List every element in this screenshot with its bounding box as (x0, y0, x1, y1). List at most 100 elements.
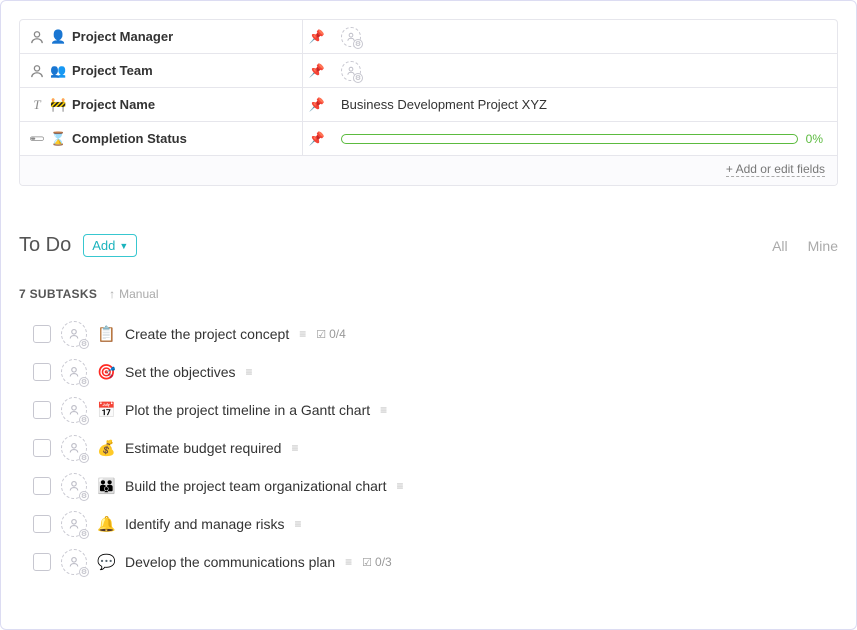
gear-icon: ⚙ (79, 567, 89, 577)
progress-percent: 0% (806, 132, 823, 146)
task-progress-text: 0/3 (375, 555, 392, 569)
progress-icon (30, 132, 44, 146)
assignee-placeholder-icon[interactable]: ⚙ (61, 359, 87, 385)
task-row[interactable]: ⚙ 📅 Plot the project timeline in a Gantt c… (33, 397, 838, 423)
description-icon: ≡ (246, 365, 253, 379)
task-subtask-count: ☑0/3 (362, 555, 392, 569)
field-label: Project Name (72, 97, 155, 112)
task-emoji-icon: 📋 (97, 325, 115, 343)
task-row[interactable]: ⚙ 👪 Build the project team organizational … (33, 473, 838, 499)
subtasks-bar: 7 SUBTASKS ↑ Manual (19, 287, 838, 301)
description-icon: ≡ (291, 441, 298, 455)
task-checkbox[interactable] (33, 363, 51, 381)
task-checkbox[interactable] (33, 515, 51, 533)
hourglass-emoji-icon: ⌛ (50, 131, 66, 147)
text-icon: T (30, 98, 44, 112)
gear-icon: ⚙ (79, 415, 89, 425)
task-title: Develop the communications plan (125, 554, 335, 570)
task-row[interactable]: ⚙ 💬 Develop the communications plan ≡ ☑0/3 (33, 549, 838, 575)
checklist-icon: ☑ (362, 556, 372, 569)
task-subtask-count: ☑0/4 (316, 327, 346, 341)
section-header: To Do Add ▼ All Mine (19, 234, 838, 257)
person-icon (30, 64, 44, 78)
assignee-placeholder-icon[interactable]: ⚙ (341, 27, 361, 47)
gear-icon: ⚙ (353, 39, 363, 49)
pin-icon[interactable]: 📌 (303, 63, 331, 79)
add-edit-fields-link[interactable]: + Add or edit fields (726, 162, 825, 177)
section-title: To Do (19, 234, 71, 257)
sort-label: Manual (119, 287, 158, 301)
field-value[interactable]: Business Development Project XYZ (331, 88, 837, 121)
task-checkbox[interactable] (33, 401, 51, 419)
assignee-placeholder-icon[interactable]: ⚙ (341, 61, 361, 81)
field-value[interactable]: 0% (331, 122, 837, 155)
pin-icon[interactable]: 📌 (303, 131, 331, 147)
task-row[interactable]: ⚙ 💰 Estimate budget required ≡ (33, 435, 838, 461)
pin-icon[interactable]: 📌 (303, 97, 331, 113)
chevron-down-icon: ▼ (119, 241, 128, 251)
task-row[interactable]: ⚙ 📋 Create the project concept ≡ ☑0/4 (33, 321, 838, 347)
task-emoji-icon: 💬 (97, 553, 115, 571)
task-row[interactable]: ⚙ 🔔 Identify and manage risks ≡ (33, 511, 838, 537)
gear-icon: ⚙ (79, 339, 89, 349)
filter-mine[interactable]: Mine (808, 238, 838, 254)
progress-bar (341, 134, 798, 144)
task-emoji-icon: 📅 (97, 401, 115, 419)
people-emoji-icon: 👥 (50, 63, 66, 79)
task-list: ⚙📋Create the project concept≡☑0/4⚙🎯Set t… (19, 321, 838, 575)
description-icon: ≡ (299, 327, 306, 341)
task-title: Plot the project timeline in a Gantt cha… (125, 402, 370, 418)
add-button[interactable]: Add ▼ (83, 234, 137, 257)
field-row-project-name[interactable]: T 🚧 Project Name 📌 Business Development … (20, 88, 837, 122)
subtasks-count: 7 SUBTASKS (19, 287, 97, 301)
assignee-placeholder-icon[interactable]: ⚙ (61, 511, 87, 537)
description-icon: ≡ (380, 403, 387, 417)
task-emoji-icon: 💰 (97, 439, 115, 457)
field-value[interactable]: ⚙ (331, 20, 837, 53)
task-emoji-icon: 👪 (97, 477, 115, 495)
gear-icon: ⚙ (353, 73, 363, 83)
gear-icon: ⚙ (79, 377, 89, 387)
fields-footer: + Add or edit fields (20, 156, 837, 185)
task-row[interactable]: ⚙🎯Set the objectives≡ (33, 359, 838, 385)
field-label: Project Team (72, 63, 153, 78)
description-icon: ≡ (295, 517, 302, 531)
person-emoji-icon: 👤 (50, 29, 66, 45)
task-checkbox[interactable] (33, 477, 51, 495)
assignee-placeholder-icon[interactable]: ⚙ (61, 397, 87, 423)
task-checkbox[interactable] (33, 439, 51, 457)
description-icon: ≡ (396, 479, 403, 493)
pin-icon[interactable]: 📌 (303, 29, 331, 45)
task-title: Build the project team organizational ch… (125, 478, 386, 494)
task-checkbox[interactable] (33, 325, 51, 343)
field-row-completion-status[interactable]: ⌛ Completion Status 📌 0% (20, 122, 837, 156)
assignee-placeholder-icon[interactable]: ⚙ (61, 435, 87, 461)
task-title: Create the project concept (125, 326, 289, 342)
task-checkbox[interactable] (33, 553, 51, 571)
gear-icon: ⚙ (79, 491, 89, 501)
sort-button[interactable]: ↑ Manual (109, 287, 158, 301)
gear-icon: ⚙ (79, 453, 89, 463)
fields-panel: 👤 Project Manager 📌 ⚙ 👥 Project Team 📌 ⚙ (19, 19, 838, 186)
description-icon: ≡ (345, 555, 352, 569)
task-title: Estimate budget required (125, 440, 281, 456)
task-progress-text: 0/4 (329, 327, 346, 341)
task-emoji-icon: 🎯 (97, 363, 115, 381)
person-icon (30, 30, 44, 44)
gear-icon: ⚙ (79, 529, 89, 539)
construction-emoji-icon: 🚧 (50, 97, 66, 113)
field-text-value: Business Development Project XYZ (341, 97, 547, 112)
add-button-label: Add (92, 238, 115, 253)
task-title: Identify and manage risks (125, 516, 285, 532)
assignee-placeholder-icon[interactable]: ⚙ (61, 321, 87, 347)
field-row-project-team[interactable]: 👥 Project Team 📌 ⚙ (20, 54, 837, 88)
arrow-up-icon: ↑ (109, 287, 115, 301)
field-label: Completion Status (72, 131, 187, 146)
field-value[interactable]: ⚙ (331, 54, 837, 87)
assignee-placeholder-icon[interactable]: ⚙ (61, 473, 87, 499)
assignee-placeholder-icon[interactable]: ⚙ (61, 549, 87, 575)
filter-all[interactable]: All (772, 238, 788, 254)
field-row-project-manager[interactable]: 👤 Project Manager 📌 ⚙ (20, 20, 837, 54)
checklist-icon: ☑ (316, 328, 326, 341)
task-emoji-icon: 🔔 (97, 515, 115, 533)
